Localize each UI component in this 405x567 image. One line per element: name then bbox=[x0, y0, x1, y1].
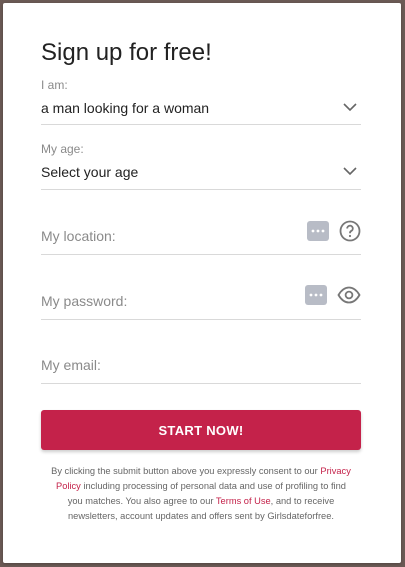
age-value: Select your age bbox=[41, 164, 139, 180]
help-circle-icon[interactable] bbox=[339, 220, 361, 242]
eye-icon[interactable] bbox=[337, 286, 361, 304]
consent-text: By clicking the submit button above you … bbox=[51, 464, 351, 524]
more-dots-icon[interactable] bbox=[307, 221, 329, 241]
page-title: Sign up for free! bbox=[41, 39, 212, 66]
terms-of-use-link[interactable]: Terms of Use bbox=[216, 496, 271, 506]
age-label: My age: bbox=[41, 142, 84, 156]
consent-part1: By clicking the submit button above you … bbox=[51, 466, 321, 476]
email-placeholder: My email: bbox=[41, 357, 101, 373]
age-select[interactable]: My age: Select your age bbox=[41, 142, 361, 190]
chevron-down-icon[interactable] bbox=[343, 164, 357, 178]
gender-value: a man looking for a woman bbox=[41, 100, 210, 116]
chevron-down-icon[interactable] bbox=[343, 100, 357, 114]
signup-card: Sign up for free! I am: a man looking fo… bbox=[3, 3, 401, 563]
more-dots-icon[interactable] bbox=[305, 285, 327, 305]
location-placeholder: My location: bbox=[41, 228, 116, 244]
password-input[interactable]: My password: bbox=[41, 285, 361, 320]
password-placeholder: My password: bbox=[41, 293, 128, 309]
start-now-button[interactable]: START NOW! bbox=[41, 410, 361, 450]
location-input[interactable]: My location: bbox=[41, 220, 361, 255]
gender-label: I am: bbox=[41, 78, 68, 92]
gender-select[interactable]: I am: a man looking for a woman bbox=[41, 78, 361, 125]
email-input[interactable]: My email: bbox=[41, 357, 361, 384]
